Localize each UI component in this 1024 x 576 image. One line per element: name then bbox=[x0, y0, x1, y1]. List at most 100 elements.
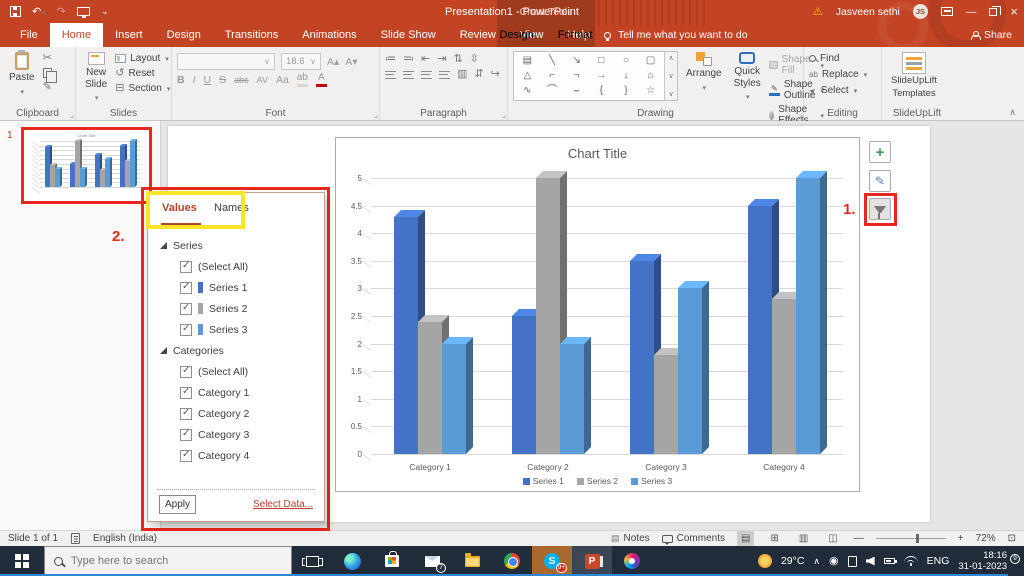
slideuplift-templates-button[interactable]: SlideUpLift Templates bbox=[887, 51, 941, 105]
shape-icon[interactable]: ⌐ bbox=[549, 71, 555, 81]
shape-icon[interactable]: ▢ bbox=[646, 56, 655, 66]
dialog-launcher-icon[interactable]: ⌟ bbox=[374, 110, 378, 119]
shrink-font-icon[interactable]: A▾ bbox=[345, 56, 357, 68]
decrease-indent-icon[interactable]: ⇤ bbox=[421, 54, 430, 65]
checkbox[interactable] bbox=[180, 282, 192, 294]
chrome-button[interactable] bbox=[492, 546, 532, 576]
slide-indicator[interactable]: Slide 1 of 1 bbox=[8, 533, 58, 544]
zoom-level[interactable]: 72% bbox=[976, 533, 996, 544]
italic-button[interactable]: I bbox=[193, 74, 196, 86]
notes-button[interactable]: ▤Notes bbox=[611, 533, 650, 544]
quick-styles-button[interactable]: Quick Styles bbox=[730, 51, 765, 105]
contextual-tab-design[interactable]: Design bbox=[487, 23, 545, 47]
zoom-out-button[interactable]: — bbox=[854, 533, 864, 544]
warning-icon[interactable]: ⚠ bbox=[813, 5, 823, 18]
checkbox[interactable] bbox=[180, 408, 192, 420]
new-slide-button[interactable]: New Slide bbox=[81, 51, 111, 105]
shape-icon[interactable]: ↘ bbox=[572, 56, 580, 66]
underline-button[interactable]: U bbox=[204, 74, 212, 86]
meet-now-icon[interactable]: ◉ bbox=[829, 556, 839, 567]
smartart-icon[interactable]: ↪ bbox=[491, 69, 500, 80]
filter-item-category-2[interactable]: Category 2 bbox=[148, 403, 324, 424]
dialog-launcher-icon[interactable]: ⌟ bbox=[798, 110, 802, 119]
contextual-tab-format[interactable]: Format bbox=[546, 23, 605, 47]
search-input[interactable] bbox=[71, 555, 261, 567]
apply-button[interactable]: Apply bbox=[159, 495, 196, 514]
bar-series-3-category-3[interactable] bbox=[105, 159, 110, 187]
language-indicator[interactable]: English (India) bbox=[93, 533, 157, 544]
dialog-launcher-icon[interactable]: ⌟ bbox=[502, 110, 506, 119]
paint-3d-button[interactable] bbox=[612, 546, 652, 576]
ribbon-display-options-icon[interactable] bbox=[941, 7, 953, 16]
shape-icon[interactable]: ╲ bbox=[549, 56, 555, 66]
zoom-slider-thumb[interactable] bbox=[916, 534, 919, 543]
section-button[interactable]: ⊟Section bbox=[115, 83, 170, 94]
clear-formatting-button[interactable]: abc bbox=[234, 75, 249, 85]
reset-button[interactable]: ↺Reset bbox=[115, 68, 170, 79]
align-text-icon[interactable]: ⇳ bbox=[470, 54, 479, 65]
customize-qat-icon[interactable]: ⌄ bbox=[101, 6, 109, 17]
accessibility-icon[interactable] bbox=[71, 533, 80, 544]
filter-item-series-1[interactable]: Series 1 bbox=[148, 277, 324, 298]
bar-series-3-category-1[interactable] bbox=[442, 344, 466, 454]
share-button[interactable]: Share bbox=[971, 23, 1012, 47]
copy-icon[interactable] bbox=[43, 68, 52, 78]
replace-button[interactable]: abReplace bbox=[809, 69, 867, 80]
chart-object[interactable]: Chart Title 00.511.522.533.544.55Categor… bbox=[335, 137, 860, 492]
edge-button[interactable] bbox=[332, 546, 372, 576]
task-view-button[interactable] bbox=[292, 546, 332, 576]
shape-icon[interactable]: △ bbox=[523, 71, 531, 81]
user-name[interactable]: Jasveen sethi bbox=[836, 6, 900, 18]
checkbox[interactable] bbox=[180, 429, 192, 441]
shape-icon[interactable]: ☆ bbox=[646, 86, 655, 96]
shapes-scrollbar[interactable]: ∧ ∨ ∨ bbox=[665, 51, 678, 101]
minimize-button[interactable]: — bbox=[966, 6, 977, 18]
tab-slide-show[interactable]: Slide Show bbox=[369, 23, 448, 47]
find-button[interactable]: Find bbox=[809, 53, 867, 64]
chart-elements-button[interactable]: + bbox=[869, 141, 891, 163]
tree-collapse-icon[interactable] bbox=[160, 347, 167, 354]
bar-series-1-category-1[interactable] bbox=[394, 217, 418, 454]
checkbox[interactable] bbox=[180, 450, 192, 462]
align-left-icon[interactable] bbox=[385, 71, 396, 79]
tab-file[interactable]: File bbox=[8, 23, 50, 47]
avatar[interactable]: JS bbox=[913, 4, 928, 19]
bar-series-2-category-3[interactable] bbox=[654, 355, 678, 454]
legend-item-series-1[interactable]: Series 1 bbox=[523, 476, 564, 486]
bullets-icon[interactable]: ≔ bbox=[385, 54, 396, 65]
align-right-icon[interactable] bbox=[421, 71, 432, 79]
collapse-ribbon-icon[interactable]: ∧ bbox=[1009, 107, 1016, 118]
font-size-combo[interactable]: 18.6 bbox=[281, 53, 321, 70]
start-button[interactable] bbox=[0, 546, 44, 576]
save-icon[interactable] bbox=[10, 6, 21, 17]
zoom-in-button[interactable]: + bbox=[958, 533, 964, 544]
checkbox[interactable] bbox=[180, 324, 192, 336]
tab-design[interactable]: Design bbox=[155, 23, 213, 47]
filter-item--select-all-[interactable]: (Select All) bbox=[148, 256, 324, 277]
legend-item-series-3[interactable]: Series 3 bbox=[631, 476, 672, 486]
shape-icon[interactable]: ○ bbox=[623, 56, 629, 66]
fit-to-window-icon[interactable]: ⊡ bbox=[1008, 533, 1016, 544]
input-language[interactable]: ENG bbox=[927, 555, 950, 567]
bar-series-1-category-3[interactable] bbox=[630, 261, 654, 454]
shape-icon[interactable]: ⌒ bbox=[547, 86, 557, 96]
shape-icon[interactable]: □ bbox=[598, 56, 604, 66]
store-button[interactable] bbox=[372, 546, 412, 576]
bar-series-3-category-4[interactable] bbox=[796, 178, 820, 454]
tab-home[interactable]: Home bbox=[50, 23, 103, 47]
slideshow-button[interactable]: ◫ bbox=[824, 531, 841, 546]
bar-series-3-category-4[interactable] bbox=[130, 141, 135, 187]
arrange-button[interactable]: Arrange bbox=[682, 51, 726, 105]
device-icon[interactable] bbox=[848, 556, 857, 567]
shape-icon[interactable]: → bbox=[596, 71, 606, 81]
scroll-down-icon[interactable]: ∨ bbox=[668, 72, 673, 80]
comments-button[interactable]: Comments bbox=[662, 533, 725, 544]
taskbar-search[interactable] bbox=[44, 546, 292, 576]
slide-sorter-button[interactable]: ⊞ bbox=[766, 531, 782, 546]
volume-icon[interactable] bbox=[866, 557, 875, 566]
change-case-button[interactable]: Aa bbox=[276, 74, 289, 86]
close-button[interactable]: × bbox=[1010, 4, 1018, 19]
highlight-color-button[interactable]: ab bbox=[297, 73, 308, 87]
wifi-icon[interactable] bbox=[904, 556, 918, 566]
bar-series-3-category-1[interactable] bbox=[55, 169, 60, 187]
